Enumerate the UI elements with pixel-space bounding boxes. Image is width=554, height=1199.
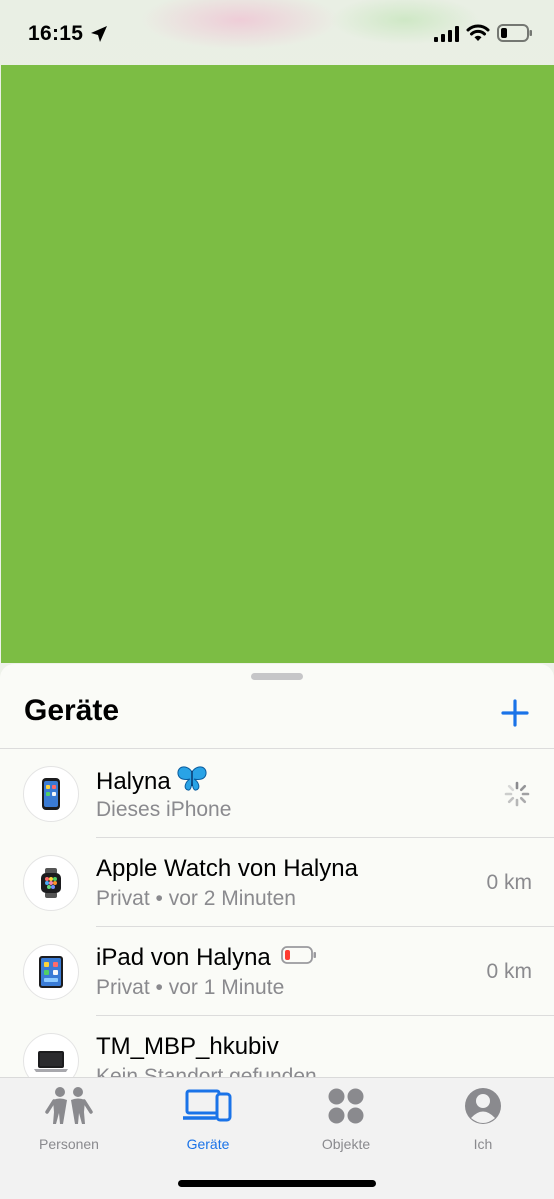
- status-time: 16:15: [28, 22, 84, 45]
- people-icon: [45, 1087, 93, 1124]
- device-subtitle: Dieses iPhone: [96, 798, 232, 821]
- macbook-device-icon: [23, 1033, 79, 1077]
- device-list: Halyna Dieses iPhone Apple Watch von Hal…: [0, 749, 554, 1077]
- sheet-title: Geräte: [24, 694, 120, 727]
- ipad-device-icon: [23, 944, 79, 1000]
- device-distance: 0 km: [486, 871, 532, 894]
- battery-icon: [497, 24, 532, 42]
- location-arrow-icon: [91, 26, 107, 42]
- cellular-signal-icon: [434, 26, 459, 42]
- status-bar: 16:15: [0, 0, 554, 65]
- items-icon: [328, 1088, 364, 1124]
- sheet-grabber[interactable]: [251, 673, 303, 680]
- device-name: TM_MBP_hkubiv: [96, 1033, 279, 1060]
- device-row-ipad[interactable]: iPad von Halyna Privat • vor 1 Minute 0 …: [0, 927, 554, 1016]
- wifi-icon: [466, 24, 490, 41]
- tab-personen[interactable]: Personen: [14, 1084, 124, 1154]
- device-name: Halyna: [96, 768, 171, 795]
- battery-low-icon: [280, 946, 316, 964]
- device-subtitle: Kein Standort gefunden: [96, 1065, 317, 1077]
- tab-geraete[interactable]: Geräte: [153, 1084, 263, 1154]
- tab-ich[interactable]: Ich: [428, 1084, 538, 1154]
- loading-spinner-icon: [504, 781, 530, 807]
- map-redaction-block: [1, 65, 554, 663]
- tab-label: Objekte: [321, 1136, 371, 1152]
- tab-objekte[interactable]: Objekte: [291, 1084, 401, 1154]
- device-name: Apple Watch von Halyna: [96, 855, 358, 882]
- device-row-apple-watch[interactable]: Apple Watch von Halyna Privat • vor 2 Mi…: [0, 838, 554, 927]
- tab-label: Ich: [473, 1136, 493, 1152]
- home-indicator[interactable]: [178, 1180, 376, 1187]
- butterfly-emoji-icon: [177, 766, 207, 791]
- device-distance: 0 km: [486, 960, 532, 983]
- map-view[interactable]: [0, 0, 554, 680]
- person-circle-icon: [465, 1088, 501, 1124]
- add-device-button[interactable]: [498, 696, 532, 730]
- device-name: iPad von Halyna: [96, 944, 271, 971]
- devices-icon: [183, 1089, 232, 1122]
- device-subtitle: Privat • vor 1 Minute: [96, 976, 285, 999]
- tab-label: Personen: [39, 1136, 99, 1152]
- device-row-iphone[interactable]: Halyna Dieses iPhone: [0, 749, 554, 838]
- iphone-device-icon: [23, 766, 79, 822]
- tab-label: Geräte: [186, 1136, 230, 1152]
- device-subtitle: Privat • vor 2 Minuten: [96, 887, 296, 910]
- apple-watch-device-icon: [23, 855, 79, 911]
- device-row-macbook[interactable]: TM_MBP_hkubiv Kein Standort gefunden: [0, 1016, 554, 1077]
